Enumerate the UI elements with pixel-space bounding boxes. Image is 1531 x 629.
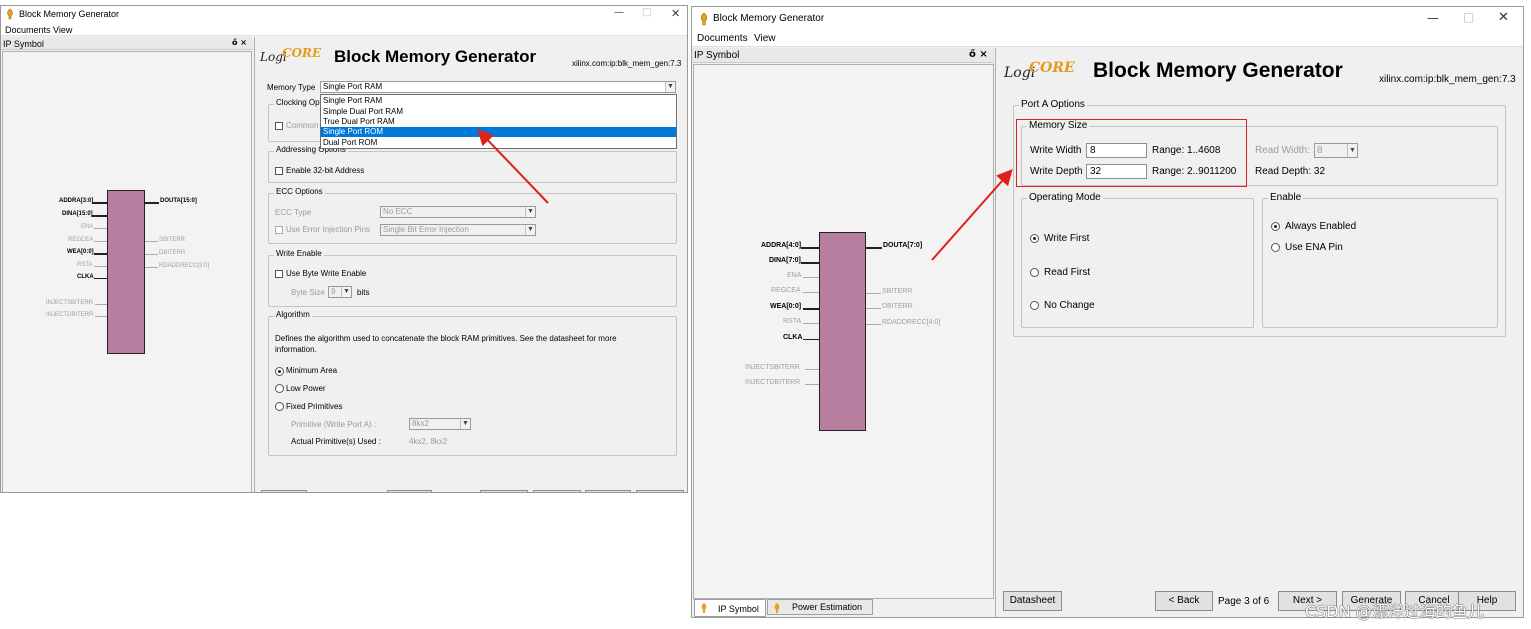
- annotation-arrow-left: [477, 129, 549, 204]
- watermark-text: CSDN @漂洋过海的鱼儿: [1305, 602, 1484, 621]
- annotation-arrow-right: [931, 169, 1013, 261]
- annotation-arrows: [477, 129, 1013, 261]
